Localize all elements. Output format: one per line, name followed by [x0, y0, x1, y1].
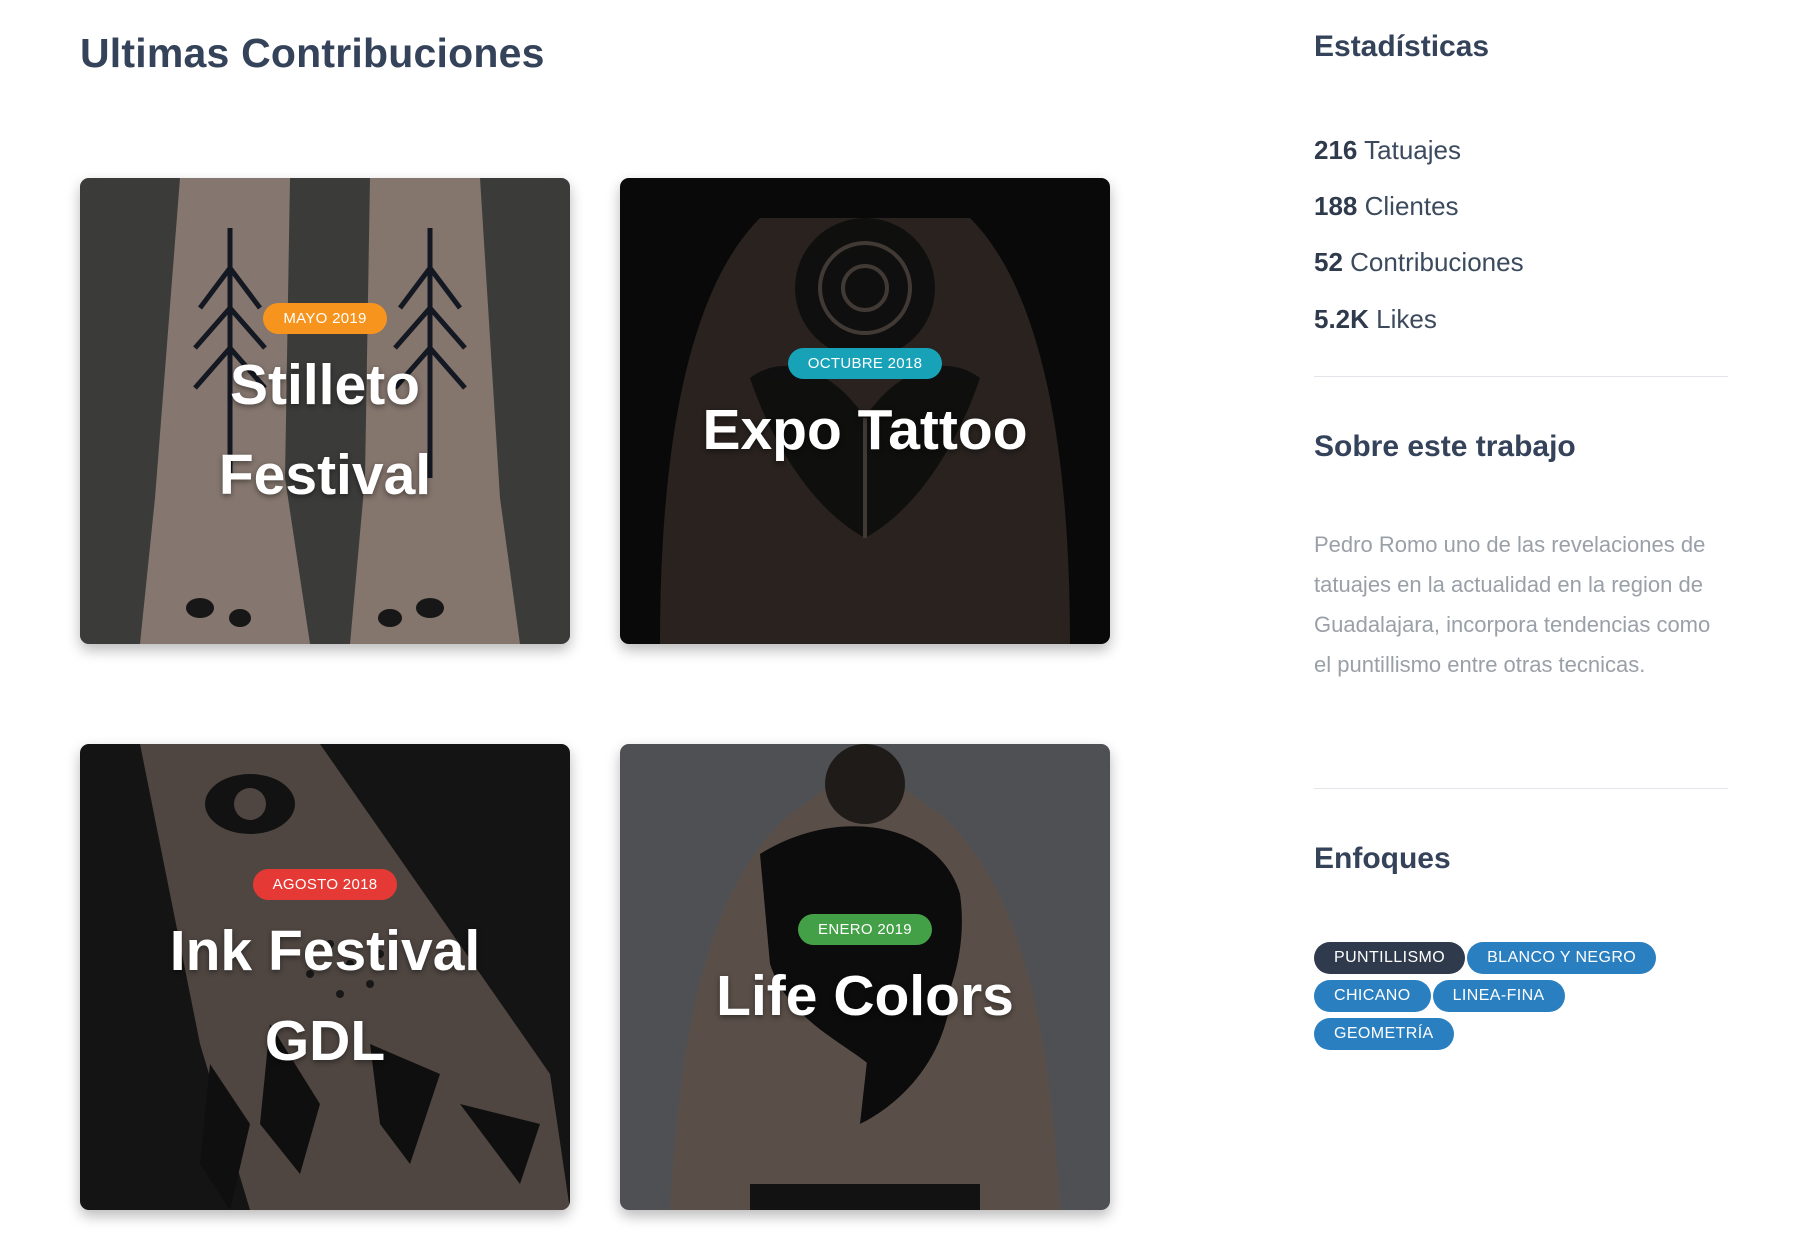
divider	[1314, 376, 1728, 377]
tag-blanco-y-negro[interactable]: BLANCO Y NEGRO	[1467, 942, 1657, 974]
card-title[interactable]: Life Colors	[716, 951, 1014, 1041]
card-title[interactable]: Stilleto Festival	[219, 340, 431, 520]
date-badge: MAYO 2019	[263, 302, 387, 334]
date-badge: AGOSTO 2018	[252, 868, 398, 900]
stats-heading: Estadísticas	[1314, 30, 1490, 63]
page: Ultimas Contribuciones MAYO 2019 Stillet…	[0, 0, 1812, 1238]
tag-linea-fina[interactable]: LINEA-FINA	[1432, 980, 1565, 1012]
about-heading: Sobre este trabajo	[1314, 430, 1576, 463]
focus-tags: PUNTILLISMO BLANCO Y NEGRO CHICANO LINEA-F…	[1314, 942, 1728, 1056]
tag-chicano[interactable]: CHICANO	[1314, 980, 1431, 1012]
stat-tatuajes: 216 Tatuajes	[1314, 135, 1461, 165]
stat-contribuciones: 52 Contribuciones	[1314, 247, 1524, 277]
card-title[interactable]: Ink Festival GDL	[170, 906, 480, 1086]
contribution-card-expo-tattoo[interactable]: OCTUBRE 2018 Expo Tattoo	[620, 178, 1110, 644]
divider	[1314, 788, 1728, 789]
section-title: Ultimas Contribuciones	[80, 30, 545, 76]
date-badge: ENERO 2019	[798, 913, 932, 945]
stat-likes: 5.2K Likes	[1314, 304, 1437, 334]
about-text: Pedro Romo uno de las revelaciones de ta…	[1314, 532, 1711, 677]
tag-geometria[interactable]: GEOMETRÍA	[1314, 1018, 1454, 1050]
contribution-card-life-colors[interactable]: ENERO 2019 Life Colors	[620, 744, 1110, 1210]
card-title[interactable]: Expo Tattoo	[702, 385, 1027, 475]
tag-puntillismo[interactable]: PUNTILLISMO	[1314, 942, 1466, 974]
date-badge: OCTUBRE 2018	[787, 347, 943, 379]
contribution-card-stilleto-festival[interactable]: MAYO 2019 Stilleto Festival	[80, 178, 570, 644]
contribution-card-ink-festival-gdl[interactable]: AGOSTO 2018 Ink Festival GDL	[80, 744, 570, 1210]
stat-clientes: 188 Clientes	[1314, 191, 1459, 221]
focus-heading: Enfoques	[1314, 842, 1451, 875]
